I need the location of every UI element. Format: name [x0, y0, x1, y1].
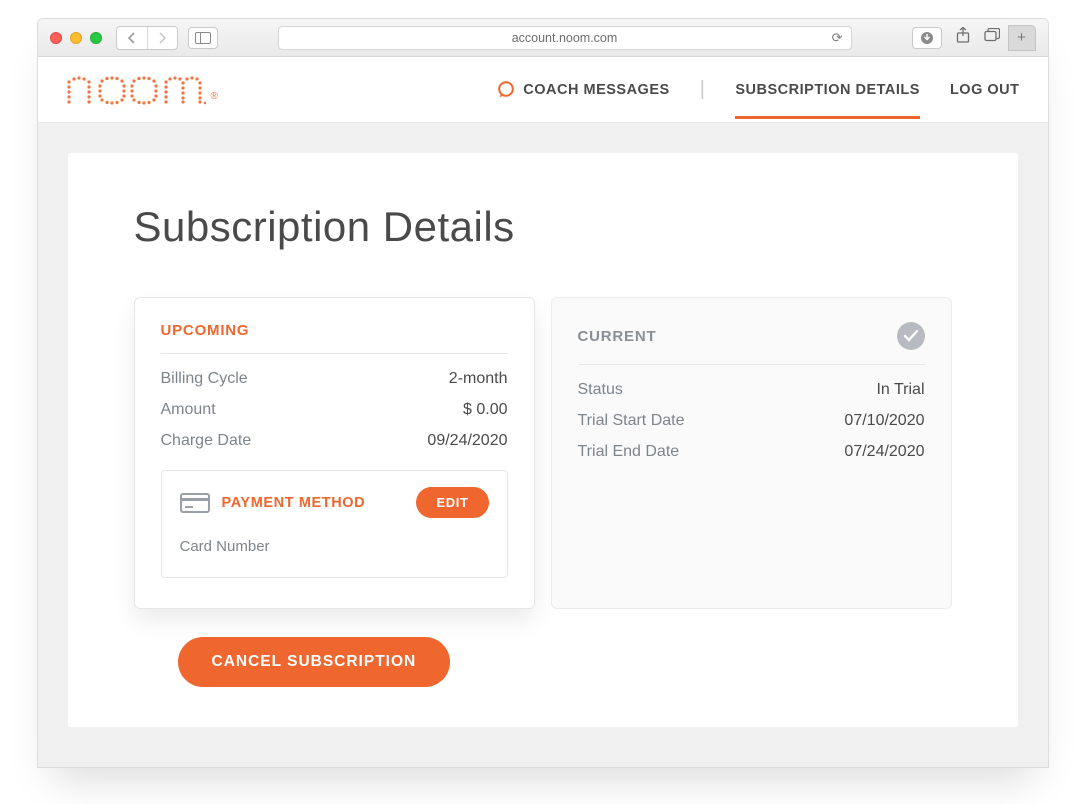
edit-payment-button[interactable]: EDIT — [416, 487, 488, 518]
nav-subscription-details-label: SUBSCRIPTION DETAILS — [735, 82, 920, 98]
downloads-button[interactable] — [912, 27, 942, 49]
checkmark-icon — [897, 322, 925, 350]
trial-end-value: 07/24/2020 — [844, 443, 924, 461]
nav-logout[interactable]: LOG OUT — [950, 82, 1020, 98]
new-tab-button[interactable]: + — [1008, 25, 1036, 51]
window-controls — [50, 32, 102, 44]
share-button[interactable] — [956, 27, 970, 48]
amount-label: Amount — [161, 401, 216, 419]
billing-cycle-value: 2-month — [449, 370, 508, 388]
nav-logout-label: LOG OUT — [950, 82, 1020, 98]
page-title: Subscription Details — [134, 203, 952, 251]
registered-mark-icon: ® — [211, 91, 218, 102]
trial-start-value: 07/10/2020 — [844, 412, 924, 430]
nav-separator: | — [700, 78, 706, 101]
current-title: CURRENT — [578, 328, 657, 345]
browser-titlebar: account.noom.com ⟳ + — [38, 19, 1048, 57]
forward-button[interactable] — [147, 27, 177, 49]
trial-start-row: Trial Start Date 07/10/2020 — [578, 412, 925, 430]
reload-icon[interactable]: ⟳ — [832, 30, 843, 46]
status-label: Status — [578, 381, 623, 399]
payment-method-label: PAYMENT METHOD — [222, 495, 366, 511]
charge-date-row: Charge Date 09/24/2020 — [161, 432, 508, 450]
tabs-button[interactable] — [984, 28, 1000, 47]
address-bar[interactable]: account.noom.com ⟳ — [278, 26, 852, 50]
payment-method-box: PAYMENT METHOD EDIT Card Number — [161, 470, 508, 578]
nav-coach-messages-label: COACH MESSAGES — [523, 82, 669, 98]
main-card: Subscription Details UPCOMING Billing Cy… — [68, 153, 1018, 727]
cancel-subscription-button[interactable]: CANCEL SUBSCRIPTION — [178, 637, 451, 687]
credit-card-icon — [180, 493, 210, 513]
site-header: ® COACH MESSAGES | SUBSCRIPTION DETAILS … — [38, 57, 1048, 123]
nav-coach-messages[interactable]: COACH MESSAGES — [497, 81, 669, 99]
trial-end-label: Trial End Date — [578, 443, 680, 461]
trial-end-row: Trial End Date 07/24/2020 — [578, 443, 925, 461]
address-bar-url: account.noom.com — [512, 31, 618, 45]
browser-right-tools — [912, 27, 1000, 49]
maximize-window-icon[interactable] — [90, 32, 102, 44]
back-button[interactable] — [117, 27, 147, 49]
page-canvas: Subscription Details UPCOMING Billing Cy… — [38, 123, 1048, 767]
chat-icon — [497, 81, 515, 99]
upcoming-title: UPCOMING — [161, 322, 250, 339]
charge-date-value: 09/24/2020 — [427, 432, 507, 450]
panels: UPCOMING Billing Cycle 2-month Amount $ … — [134, 297, 952, 609]
status-row: Status In Trial — [578, 381, 925, 399]
billing-cycle-row: Billing Cycle 2-month — [161, 370, 508, 388]
nav-back-forward — [116, 26, 178, 50]
status-value: In Trial — [876, 381, 924, 399]
billing-cycle-label: Billing Cycle — [161, 370, 248, 388]
sidebar-toggle-button[interactable] — [188, 27, 218, 49]
current-panel: CURRENT Status In Trial Trial Start Date… — [551, 297, 952, 609]
header-nav: COACH MESSAGES | SUBSCRIPTION DETAILS LO… — [497, 60, 1019, 119]
trial-start-label: Trial Start Date — [578, 412, 685, 430]
close-window-icon[interactable] — [50, 32, 62, 44]
upcoming-panel: UPCOMING Billing Cycle 2-month Amount $ … — [134, 297, 535, 609]
card-number-label: Card Number — [180, 538, 489, 555]
minimize-window-icon[interactable] — [70, 32, 82, 44]
nav-subscription-details[interactable]: SUBSCRIPTION DETAILS — [735, 60, 920, 119]
amount-value: $ 0.00 — [463, 401, 507, 419]
amount-row: Amount $ 0.00 — [161, 401, 508, 419]
noom-logo[interactable]: ® — [66, 75, 218, 105]
charge-date-label: Charge Date — [161, 432, 252, 450]
browser-window: account.noom.com ⟳ + — [37, 18, 1049, 768]
